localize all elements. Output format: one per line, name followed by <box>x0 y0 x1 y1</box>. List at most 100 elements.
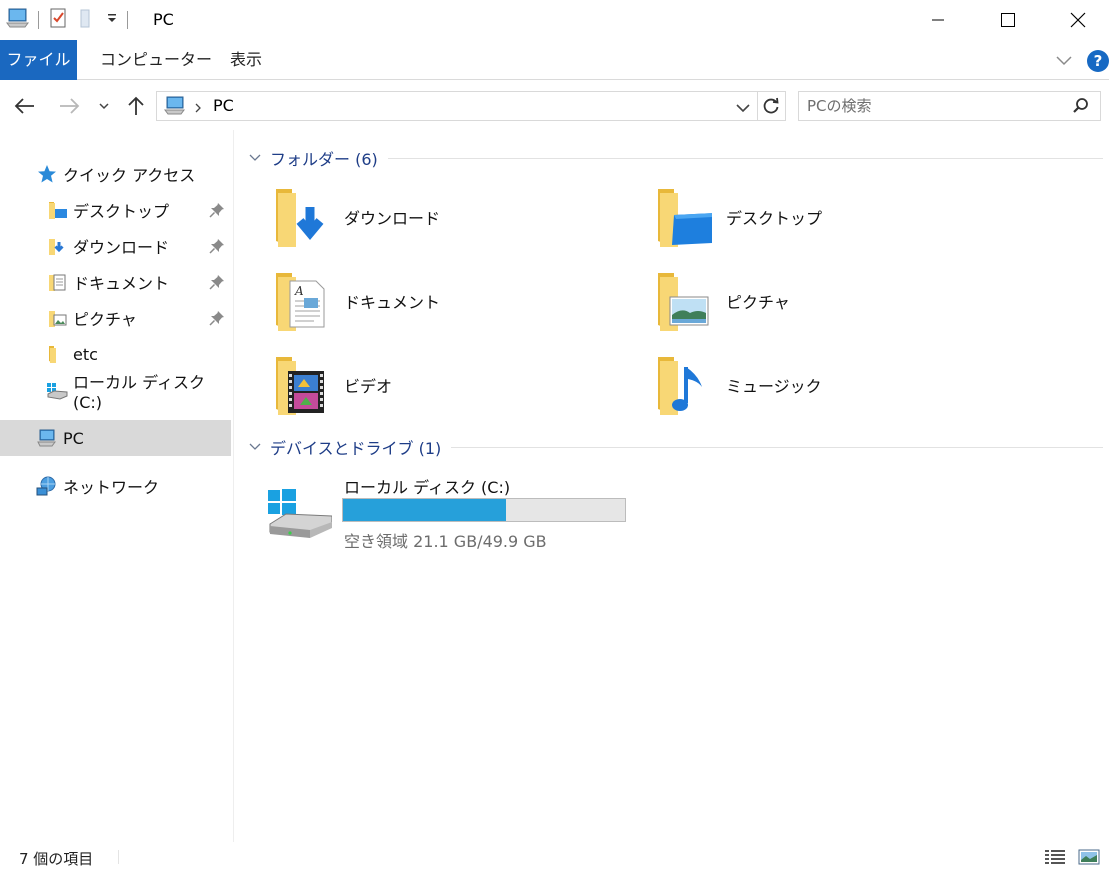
expand-ribbon-chevron-icon[interactable] <box>1054 50 1074 74</box>
recent-locations-button[interactable] <box>94 94 114 118</box>
sidebar-item-label: PC <box>63 428 84 448</box>
desktop-folder-icon <box>652 185 714 249</box>
maximize-button[interactable] <box>973 0 1043 40</box>
folder-icon <box>46 343 68 365</box>
up-button[interactable] <box>124 94 148 118</box>
drive-usage-bar <box>342 498 626 522</box>
desktop-folder-icon <box>46 199 68 221</box>
sidebar-item-documents[interactable]: ドキュメント <box>0 264 231 300</box>
sidebar-item-quick-access[interactable]: クイック アクセス <box>0 156 231 192</box>
title-bar: PC <box>0 0 1109 40</box>
folder-desktop[interactable]: デスクトップ <box>622 182 982 252</box>
pictures-folder-icon <box>652 269 712 333</box>
drive-local-disk-c[interactable]: ローカル ディスク (C:) 空き領域 21.1 GB/49.9 GB <box>260 472 660 552</box>
pin-icon[interactable] <box>209 274 225 294</box>
minimize-icon <box>932 19 944 21</box>
quick-access-toolbar <box>6 8 136 32</box>
breadcrumb-chevron-icon[interactable] <box>193 100 203 118</box>
windows-drive-icon <box>266 488 333 548</box>
drive-label: ローカル ディスク (C:) <box>344 478 511 497</box>
address-history-chevron-icon[interactable] <box>735 100 751 118</box>
close-button[interactable] <box>1043 0 1109 40</box>
item-count: 7 個の項目 <box>19 850 94 868</box>
group-header-devices[interactable]: デバイスとドライブ (1) <box>248 435 1103 459</box>
breadcrumb-pc[interactable]: PC <box>213 96 234 115</box>
folder-label: ミュージック <box>726 377 822 396</box>
folder-label: ビデオ <box>344 377 393 396</box>
group-label: デバイスとドライブ (1) <box>270 439 442 458</box>
address-bar[interactable]: PC <box>156 91 786 121</box>
download-folder-icon <box>46 235 68 257</box>
divider <box>118 850 119 864</box>
folder-documents[interactable]: A ドキュメント <box>240 266 600 336</box>
drive-free-space: 空き領域 21.1 GB/49.9 GB <box>344 532 547 551</box>
forward-arrow-icon <box>60 98 80 114</box>
documents-folder-icon <box>46 271 68 293</box>
content-pane: フォルダー (6) ダウンロード デスクトップ A ドキュメント ピクチャ ビデ… <box>240 130 1109 842</box>
refresh-icon[interactable] <box>761 96 781 120</box>
details-view-icon <box>1045 850 1065 864</box>
sidebar-item-label: ドキュメント <box>73 274 170 293</box>
sidebar-item-label: クイック アクセス <box>63 166 196 185</box>
sidebar-item-etc[interactable]: etc <box>0 336 231 372</box>
sidebar-item-label: ローカル ディスク (C:) <box>73 372 205 412</box>
folder-downloads[interactable]: ダウンロード <box>240 182 600 252</box>
new-folder-icon[interactable] <box>77 7 97 33</box>
large-icons-view-button[interactable] <box>1077 847 1101 867</box>
group-header-folders[interactable]: フォルダー (6) <box>248 146 1103 170</box>
svg-text:A: A <box>294 284 304 298</box>
back-arrow-icon <box>14 98 34 114</box>
navigation-bar: PC <box>0 80 1109 130</box>
details-view-button[interactable] <box>1043 847 1067 867</box>
chevron-down-icon <box>249 443 261 450</box>
back-button[interactable] <box>12 94 36 118</box>
folder-music[interactable]: ミュージック <box>622 350 982 420</box>
up-arrow-icon <box>128 96 144 115</box>
pin-icon[interactable] <box>209 238 225 258</box>
search-box[interactable] <box>798 91 1101 121</box>
sidebar-item-pc[interactable]: PC <box>0 420 231 456</box>
toolbar-separator <box>38 11 39 29</box>
download-folder-icon <box>270 185 330 249</box>
navigation-pane: クイック アクセス デスクトップ ダウンロード ドキュメント ピクチャ etc … <box>0 130 234 842</box>
sidebar-item-local-disk[interactable]: ローカル ディスク (C:) <box>0 372 231 412</box>
divider <box>757 92 758 120</box>
divider <box>387 157 1103 159</box>
sidebar-item-downloads[interactable]: ダウンロード <box>0 228 231 264</box>
tab-view[interactable]: 表示 <box>216 40 276 80</box>
divider <box>451 446 1103 448</box>
pin-icon[interactable] <box>209 310 225 330</box>
pc-icon <box>36 427 58 449</box>
sidebar-item-label: ネットワーク <box>63 478 160 497</box>
forward-button[interactable] <box>58 94 82 118</box>
status-bar: 7 個の項目 <box>0 842 1109 872</box>
sidebar-item-desktop[interactable]: デスクトップ <box>0 192 231 228</box>
sidebar-item-network[interactable]: ネットワーク <box>0 468 231 504</box>
chevron-down-icon <box>249 154 261 161</box>
minimize-button[interactable] <box>903 0 973 40</box>
tab-computer[interactable]: コンピューター <box>86 40 226 80</box>
sidebar-item-pictures[interactable]: ピクチャ <box>0 300 231 336</box>
folder-label: ピクチャ <box>726 293 790 312</box>
search-input[interactable] <box>807 95 1067 117</box>
documents-folder-icon: A <box>270 269 330 333</box>
sidebar-item-label: etc <box>73 344 98 364</box>
folder-videos[interactable]: ビデオ <box>240 350 600 420</box>
pc-icon[interactable] <box>6 7 30 33</box>
properties-icon[interactable] <box>47 7 69 33</box>
large-icons-view-icon <box>1078 849 1100 865</box>
pin-icon[interactable] <box>209 202 225 222</box>
customize-toolbar-icon[interactable] <box>105 11 119 29</box>
tab-file[interactable]: ファイル <box>0 40 77 80</box>
folder-pictures[interactable]: ピクチャ <box>622 266 982 336</box>
videos-folder-icon <box>270 353 330 417</box>
pictures-folder-icon <box>46 307 68 329</box>
search-icon[interactable] <box>1071 96 1091 120</box>
help-icon[interactable]: ? <box>1087 50 1109 72</box>
pc-icon <box>163 95 187 121</box>
window-title: PC <box>153 10 174 29</box>
ribbon-tabs: ファイル コンピューター 表示 <box>0 40 1109 80</box>
sidebar-item-label: ピクチャ <box>73 310 137 329</box>
music-folder-icon <box>652 353 712 417</box>
folder-label: ダウンロード <box>344 209 441 228</box>
